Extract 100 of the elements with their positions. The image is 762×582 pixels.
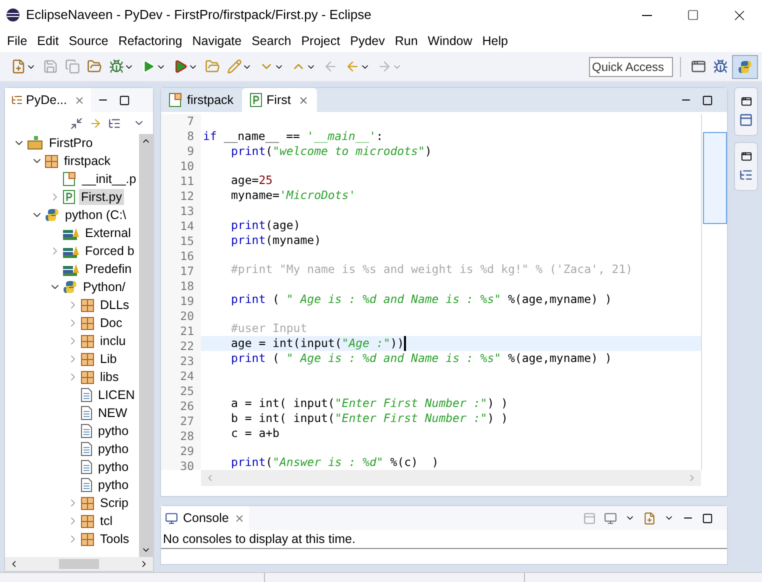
line-number: 22 (180, 339, 194, 354)
minimize-icon (642, 14, 652, 16)
menu-item[interactable]: Navigate (187, 31, 247, 51)
menu-item[interactable]: Help (477, 31, 513, 51)
new-console-icon[interactable] (643, 512, 656, 524)
text-file-icon (81, 460, 92, 474)
code-token: age= (231, 173, 259, 188)
menu-item[interactable]: Pydev (345, 31, 390, 51)
text-file-icon (81, 424, 92, 438)
menu-item[interactable]: Source (64, 31, 114, 51)
tree-item[interactable]: Scrip (98, 495, 130, 511)
code-token: (myname) (266, 232, 322, 248)
python-logo-icon (63, 280, 77, 294)
console-tab[interactable]: Console (161, 506, 249, 530)
menu-item[interactable]: Run (390, 31, 423, 51)
save-icon (43, 59, 58, 74)
code-token: ) ) (487, 410, 508, 426)
menu-item[interactable]: Refactoring (113, 31, 188, 51)
restore-icon[interactable] (740, 96, 752, 107)
code-token: #print "My name is %s and weight is %d kg!" % ('Zaca', 21) (231, 262, 633, 278)
code-token: myname= (231, 188, 280, 204)
line-number: 28 (180, 429, 194, 444)
init-file-icon (169, 93, 182, 107)
outline-icon[interactable] (739, 168, 753, 182)
tree-item[interactable]: python (C:\ (63, 207, 128, 223)
tree-item[interactable]: Lib (98, 351, 119, 367)
quick-access-field[interactable]: Quick Access (589, 56, 673, 76)
tree-item[interactable]: External (83, 225, 133, 241)
tree-item[interactable]: FirstPro (47, 135, 95, 151)
tree-item[interactable]: pytho (96, 441, 131, 457)
explorer-tab[interactable]: PyDe... (5, 88, 91, 112)
tree-item[interactable]: tcl (98, 513, 114, 529)
tree-item[interactable]: First.py (79, 189, 124, 205)
tree-icon (11, 94, 23, 106)
code-token: " Age is : %d and Name is : %s" (286, 292, 502, 307)
code-token: ( (272, 292, 280, 307)
tree-item[interactable]: pytho (96, 423, 131, 439)
tree-item[interactable]: Predefin (83, 261, 134, 277)
line-number: 14 (180, 219, 194, 234)
tree-item[interactable]: Python/ (81, 279, 128, 295)
close-icon (74, 94, 85, 106)
tree-item[interactable]: pytho (96, 459, 131, 475)
editor-tab[interactable]: firstpack (161, 88, 242, 112)
package-icon (81, 316, 94, 330)
maximize-icon[interactable] (119, 94, 130, 106)
horizontal-scrollbar[interactable] (5, 557, 153, 571)
line-number: 29 (180, 444, 194, 459)
package-icon (81, 352, 94, 366)
tree-item[interactable]: DLLs (98, 297, 132, 313)
view-icon[interactable] (739, 113, 753, 127)
eclipse-logo-icon (6, 8, 20, 22)
maximize-icon[interactable] (702, 512, 713, 524)
tree-item[interactable]: Doc (98, 315, 124, 331)
line-number: 30 (180, 459, 194, 474)
line-number: 25 (180, 384, 194, 399)
menu-item[interactable]: Search (246, 31, 296, 51)
restore-icon[interactable] (740, 151, 752, 162)
tree-item[interactable]: Forced b (83, 243, 136, 259)
horizontal-scrollbar[interactable] (201, 470, 701, 486)
text-file-icon (81, 388, 92, 402)
tree-item[interactable]: firstpack (62, 153, 113, 169)
line-number: 17 (180, 264, 194, 279)
folder-icon (205, 59, 220, 74)
pencil-icon (227, 59, 242, 74)
tree-item[interactable]: __init__.p (80, 171, 138, 187)
pydev-perspective-button[interactable] (732, 54, 758, 78)
vertical-scrollbar[interactable] (139, 134, 153, 557)
code-token: "welcome to microdots" (272, 144, 425, 159)
tree-item[interactable]: pytho (96, 477, 131, 493)
folder-icon (87, 59, 102, 74)
library-icon (63, 262, 79, 276)
code-token: "Answer is : %d" (272, 455, 384, 470)
line-number: 21 (180, 324, 194, 339)
package-icon (81, 298, 94, 312)
python-logo-icon (45, 208, 59, 222)
line-number: 13 (180, 204, 194, 219)
overview-ruler-thumb[interactable] (702, 132, 726, 224)
collapse-all-icon[interactable] (70, 116, 83, 130)
display-console-icon[interactable] (604, 512, 617, 524)
menu-item[interactable]: File (2, 31, 32, 51)
tree-item[interactable]: NEW (96, 405, 130, 421)
menu-item[interactable]: Edit (32, 31, 64, 51)
tree-item[interactable]: LICEN (96, 387, 137, 403)
init-file-icon (63, 172, 76, 186)
window-icon (691, 59, 706, 74)
package-icon (81, 496, 94, 510)
console-message: No consoles to display at this time. (161, 530, 727, 549)
tree-item[interactable]: libs (98, 369, 121, 385)
line-number: 9 (187, 144, 194, 159)
tree-item[interactable]: inclu (98, 333, 128, 349)
menu-item[interactable]: Project (296, 31, 346, 51)
tree-item[interactable]: Tools (98, 531, 132, 547)
maximize-icon[interactable] (702, 94, 713, 106)
close-icon (298, 94, 309, 106)
code-token: 25 (258, 173, 273, 188)
menu-item[interactable]: Window (422, 31, 478, 51)
code-token: ( (272, 351, 280, 366)
line-number: 11 (180, 174, 194, 189)
code-token: "Age :" (342, 336, 390, 352)
editor-tab[interactable]: First (242, 88, 317, 112)
